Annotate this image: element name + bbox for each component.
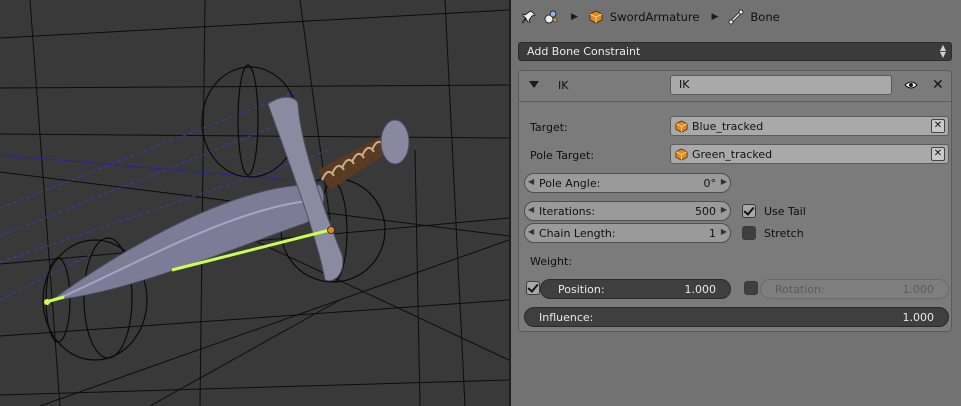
- rotation-slider: Rotation: 1.000: [760, 279, 949, 299]
- pole-target-field[interactable]: Green_tracked ✕: [670, 144, 949, 164]
- constraint-name-field[interactable]: IK: [670, 75, 892, 95]
- cube-icon: [675, 148, 688, 161]
- increment-arrow-icon[interactable]: ▶: [721, 205, 727, 214]
- breadcrumb-bone: Bone: [750, 10, 780, 24]
- ik-constraint-panel: IK IK ✕ Target: Blue_tracked ✕ Pole Targ…: [518, 70, 952, 332]
- position-value: 1.000: [684, 283, 717, 296]
- viewport-scene: [0, 0, 509, 406]
- influence-value: 1.000: [902, 311, 935, 324]
- rotation-value: 1.000: [902, 283, 935, 296]
- up-down-arrows-icon: ▲ ▼: [939, 43, 946, 59]
- rotation-checkbox[interactable]: [744, 281, 758, 295]
- target-field[interactable]: Blue_tracked ✕: [670, 116, 949, 136]
- constraint-type-label: IK: [558, 79, 569, 92]
- clear-icon[interactable]: ✕: [931, 119, 945, 133]
- chain-length-field[interactable]: ◀ Chain Length: 1 ▶: [524, 223, 731, 243]
- iterations-field[interactable]: ◀ Iterations: 500 ▶: [524, 201, 731, 221]
- add-bone-constraint-label: Add Bone Constraint: [527, 45, 641, 58]
- armature-object-icon: [588, 9, 604, 25]
- breadcrumb-armature: SwordArmature: [609, 10, 700, 24]
- target-label: Target:: [530, 121, 568, 134]
- increment-arrow-icon[interactable]: ▶: [721, 227, 727, 236]
- stretch-label: Stretch: [764, 227, 804, 240]
- position-slider[interactable]: Position: 1.000: [540, 279, 731, 299]
- scene-icon: [543, 9, 559, 25]
- pole-target-label: Pole Target:: [530, 149, 595, 162]
- pole-angle-label: Pole Angle:: [539, 177, 601, 190]
- increment-arrow-icon[interactable]: ▶: [721, 177, 727, 186]
- chain-length-value: 1: [709, 227, 716, 240]
- eye-icon[interactable]: [904, 80, 918, 93]
- decrement-arrow-icon[interactable]: ◀: [528, 177, 534, 186]
- add-bone-constraint-menu[interactable]: Add Bone Constraint ▲ ▼: [518, 42, 952, 61]
- target-value: Blue_tracked: [692, 119, 764, 133]
- rotation-label: Rotation:: [775, 283, 825, 296]
- position-label: Position:: [558, 283, 605, 296]
- 3d-viewport[interactable]: [0, 0, 509, 406]
- decrement-arrow-icon[interactable]: ◀: [528, 205, 534, 214]
- chain-length-label: Chain Length:: [539, 227, 616, 240]
- iterations-value: 500: [695, 205, 716, 218]
- breadcrumb: ▶ SwordArmature ▶ Bone: [511, 0, 961, 34]
- weight-label: Weight:: [530, 255, 573, 268]
- stretch-checkbox[interactable]: [742, 226, 756, 240]
- use-tail-checkbox[interactable]: [742, 204, 756, 218]
- bone-icon: [728, 9, 744, 25]
- chevron-right-icon: ▶: [711, 12, 719, 22]
- pole-target-value: Green_tracked: [692, 147, 773, 161]
- pole-angle-value: 0°: [703, 177, 717, 190]
- collapse-triangle-icon[interactable]: [529, 81, 539, 88]
- influence-slider[interactable]: Influence: 1.000: [524, 307, 949, 327]
- pole-angle-field[interactable]: ◀ Pole Angle: 0° ▶: [524, 173, 731, 193]
- chevron-right-icon: ▶: [571, 12, 578, 22]
- pin-icon[interactable]: [521, 9, 537, 25]
- influence-label: Influence:: [539, 311, 594, 324]
- iterations-label: Iterations:: [539, 205, 596, 218]
- clear-icon[interactable]: ✕: [931, 147, 945, 161]
- properties-editor: ▶ SwordArmature ▶ Bone Add Bone Constrai…: [511, 0, 961, 406]
- use-tail-label: Use Tail: [764, 205, 806, 218]
- decrement-arrow-icon[interactable]: ◀: [528, 227, 534, 236]
- position-checkbox[interactable]: [526, 281, 540, 295]
- cube-icon: [675, 120, 688, 133]
- close-icon[interactable]: ✕: [932, 78, 944, 92]
- constraint-header: IK IK ✕: [519, 71, 951, 102]
